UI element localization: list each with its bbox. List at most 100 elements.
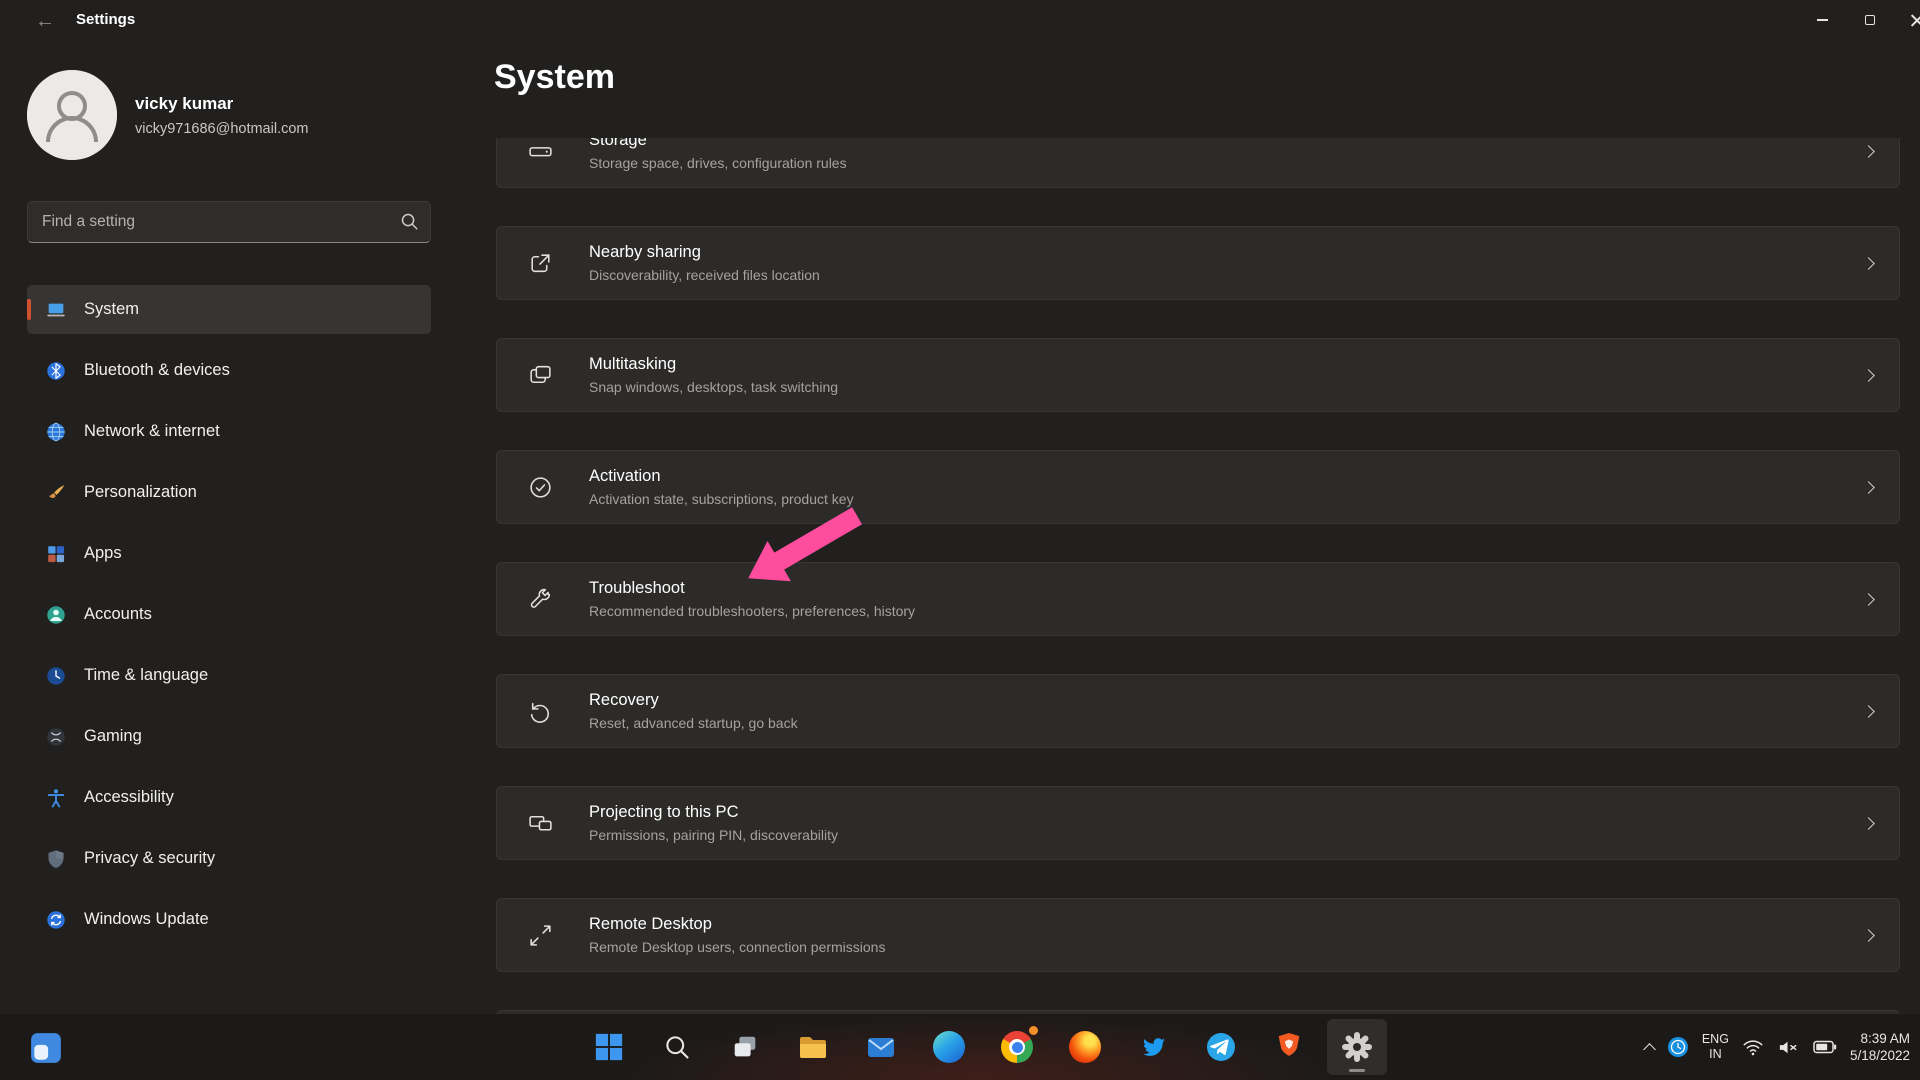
settings-card-activation[interactable]: Activation Activation state, subscriptio…: [496, 450, 1900, 524]
activation-icon: [530, 476, 551, 498]
datetime: 8:39 AM 5/18/2022: [1850, 1030, 1910, 1064]
settings-card-troubleshoot[interactable]: Troubleshoot Recommended troubleshooters…: [496, 562, 1900, 636]
card-text: Remote Desktop Remote Desktop users, con…: [589, 915, 1864, 955]
card-title: Troubleshoot: [589, 579, 685, 597]
tray-battery-button[interactable]: [1813, 1035, 1837, 1059]
sidebar-item-personalization[interactable]: Personalization: [27, 468, 431, 517]
settings-list-viewport: Storage Storage space, drives, configura…: [496, 138, 1900, 1014]
tray-time: 8:39 AM: [1860, 1031, 1910, 1046]
bluetooth-icon: [47, 361, 65, 380]
tray-wifi-button[interactable]: [1742, 1036, 1764, 1058]
sidebar-item-label: Network & internet: [84, 422, 220, 440]
sidebar-item-label: Apps: [84, 544, 122, 562]
card-subtitle: Storage space, drives, configuration rul…: [589, 155, 847, 171]
settings-card-projecting[interactable]: Projecting to this PC Permissions, pairi…: [496, 786, 1900, 860]
taskbar-mail-button[interactable]: [851, 1019, 911, 1075]
taskbar-brave-button[interactable]: [1259, 1019, 1319, 1075]
update-icon: [47, 910, 65, 929]
sidebar-item-label: Bluetooth & devices: [84, 361, 230, 379]
tray-volume-muted-button[interactable]: [1777, 1036, 1800, 1059]
troubleshoot-icon: [530, 588, 551, 608]
taskbar-widgets-button[interactable]: [26, 1028, 66, 1068]
taskbar-task-view-button[interactable]: [715, 1019, 775, 1075]
sidebar-item-label: Privacy & security: [84, 849, 216, 867]
settings-card-remote-desktop[interactable]: Remote Desktop Remote Desktop users, con…: [496, 898, 1900, 972]
taskbar-settings-button[interactable]: [1327, 1019, 1387, 1075]
tray-date: 5/18/2022: [1849, 1048, 1910, 1063]
sidebar-item-gaming[interactable]: Gaming: [27, 712, 431, 761]
settings-card-multitasking[interactable]: Multitasking Snap windows, desktops, tas…: [496, 338, 1900, 412]
sidebar-item-accounts[interactable]: Accounts: [27, 590, 431, 639]
settings-card-nearby-sharing[interactable]: Nearby sharing Discoverability, received…: [496, 226, 1900, 300]
maximize-button[interactable]: [1846, 0, 1893, 40]
chevron-up-icon: [1642, 1042, 1656, 1056]
task-view-icon: [734, 1036, 756, 1057]
settings-card-recovery[interactable]: Recovery Reset, advanced startup, go bac…: [496, 674, 1900, 748]
sidebar-item-system[interactable]: System: [27, 285, 431, 334]
sidebar-item-time-language[interactable]: Time & language: [27, 651, 431, 700]
recovery-icon: [530, 702, 550, 723]
sidebar-item-network-internet[interactable]: Network & internet: [27, 407, 431, 456]
card-subtitle: Discoverability, received files location: [589, 267, 820, 283]
user-profile[interactable]: vicky kumar vicky971686@hotmail.com: [27, 68, 431, 162]
chevron-right-icon: [1862, 480, 1875, 494]
shield-icon: [48, 849, 64, 868]
tray-overflow-button[interactable]: [1642, 1041, 1656, 1056]
card-subtitle: Activation state, subscriptions, product…: [589, 491, 854, 507]
card-text: Troubleshoot Recommended troubleshooters…: [589, 579, 1864, 619]
taskbar-firefox-button[interactable]: [1055, 1019, 1115, 1075]
sidebar-item-label: Time & language: [84, 666, 209, 684]
paintbrush-icon: [49, 484, 65, 498]
taskbar-edge-button[interactable]: [919, 1019, 979, 1075]
chrome-icon: [1001, 1031, 1033, 1063]
sidebar-item-label: Personalization: [84, 483, 197, 501]
card-title: Recovery: [589, 691, 659, 709]
language-indicator: ENG IN: [1702, 1032, 1729, 1062]
tray-clock-button[interactable]: 8:39 AM 5/18/2022: [1850, 1030, 1910, 1064]
search-input[interactable]: [27, 201, 431, 243]
projecting-icon: [529, 815, 552, 831]
page-title: System: [494, 58, 615, 96]
card-title: Activation: [589, 467, 661, 485]
maximize-icon: [1864, 15, 1875, 25]
card-subtitle: Remote Desktop users, connection permiss…: [589, 939, 886, 955]
volume-muted-icon: [1779, 1041, 1797, 1053]
search-icon: [666, 1036, 689, 1059]
sidebar-item-apps[interactable]: Apps: [27, 529, 431, 578]
minimize-button[interactable]: [1799, 0, 1846, 40]
card-text: Activation Activation state, subscriptio…: [589, 467, 1864, 507]
sidebar-item-accessibility[interactable]: Accessibility: [27, 773, 431, 822]
card-title: Multitasking: [589, 355, 677, 373]
sidebar-item-windows-update[interactable]: Windows Update: [27, 895, 431, 944]
nearby-sharing-icon: [531, 253, 550, 272]
taskbar-start-button[interactable]: [579, 1019, 639, 1075]
card-subtitle: Permissions, pairing PIN, discoverabilit…: [589, 827, 838, 843]
minimize-icon: [1817, 19, 1828, 21]
chevron-right-icon: [1862, 368, 1875, 382]
taskbar-search-button[interactable]: [647, 1019, 707, 1075]
close-button[interactable]: [1893, 0, 1920, 40]
card-subtitle: Reset, advanced startup, go back: [589, 715, 798, 731]
taskbar-file-explorer-button[interactable]: [783, 1019, 843, 1075]
card-text: Recovery Reset, advanced startup, go bac…: [589, 691, 1864, 731]
tray-clock-app-button[interactable]: [1667, 1036, 1689, 1058]
search-icon: [401, 213, 418, 230]
taskbar-telegram-button[interactable]: [1191, 1019, 1251, 1075]
sidebar-item-privacy-security[interactable]: Privacy & security: [27, 834, 431, 883]
system-icon: [47, 303, 65, 316]
apps-grid-icon: [48, 545, 65, 562]
chevron-right-icon: [1862, 704, 1875, 718]
taskbar-chrome-button[interactable]: [987, 1019, 1047, 1075]
taskbar-twitter-button[interactable]: [1123, 1019, 1183, 1075]
back-button[interactable]: ←: [28, 6, 62, 36]
chevron-right-icon: [1862, 144, 1875, 158]
chrome-notification-badge: [1029, 1026, 1038, 1035]
settings-card-storage[interactable]: Storage Storage space, drives, configura…: [496, 138, 1900, 188]
accessibility-icon: [47, 788, 65, 807]
tray-language-button[interactable]: ENG IN: [1702, 1032, 1729, 1062]
card-subtitle: Recommended troubleshooters, preferences…: [589, 603, 916, 619]
sidebar-item-bluetooth-devices[interactable]: Bluetooth & devices: [27, 346, 431, 395]
card-subtitle: Snap windows, desktops, task switching: [589, 379, 839, 395]
chevron-right-icon: [1862, 256, 1875, 270]
search-box: [27, 201, 431, 243]
